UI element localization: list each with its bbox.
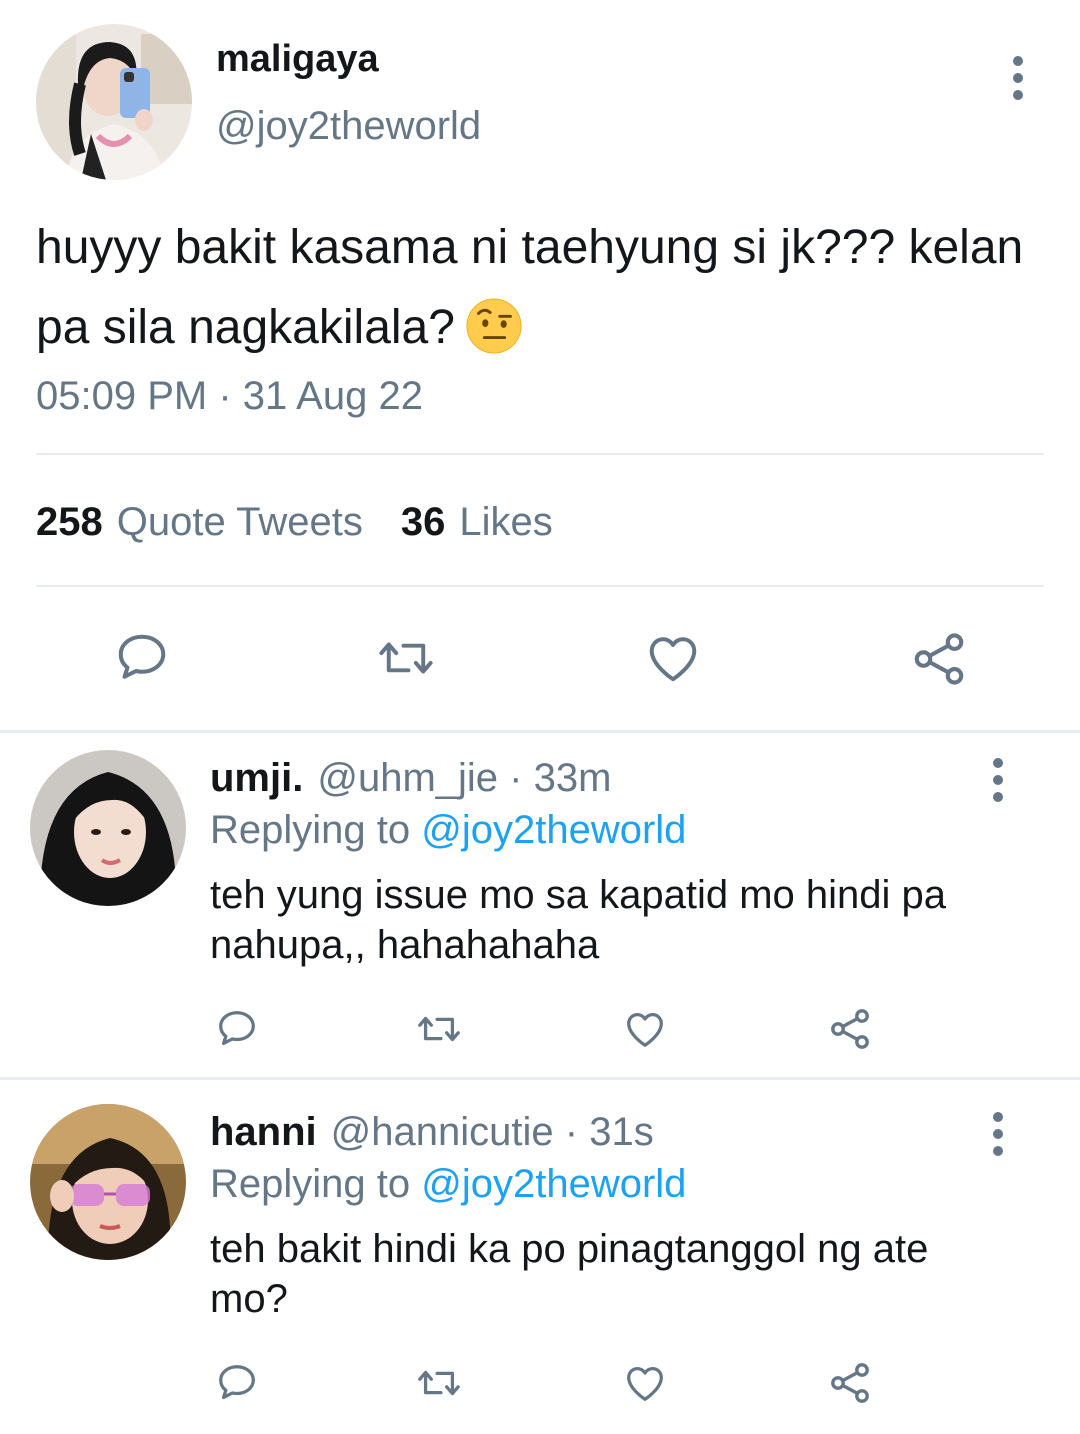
likes-stat[interactable]: 36 Likes — [401, 500, 553, 545]
heart-icon[interactable] — [621, 1360, 669, 1406]
tweet-action-bar — [0, 626, 1080, 690]
retweet-icon[interactable] — [414, 1360, 464, 1406]
tweet-detail-page: maligaya @joy2theworld huyyy bakit kasam… — [0, 0, 1080, 1434]
reply-text-line: nahupa,, hahahahaha — [210, 923, 600, 967]
quote-tweets-stat[interactable]: 258 Quote Tweets — [36, 500, 363, 545]
retweet-icon[interactable] — [374, 628, 438, 688]
more-options-icon[interactable] — [988, 1112, 1008, 1156]
divider — [36, 585, 1044, 587]
share-icon[interactable] — [908, 628, 970, 690]
more-options-icon[interactable] — [988, 758, 1008, 802]
heart-icon[interactable] — [642, 628, 704, 688]
reply-time: · 31s — [564, 1110, 654, 1154]
reply-time: · 33m — [509, 756, 612, 800]
divider — [0, 1077, 1080, 1080]
user-handle[interactable]: @uhm_jie — [317, 756, 498, 800]
tweet-timestamp: 05:09 PM · 31 Aug 22 — [36, 374, 423, 418]
tweet-stats: 258 Quote Tweets 36 Likes — [36, 500, 553, 545]
divider — [36, 453, 1044, 455]
mention-link[interactable]: @joy2theworld — [421, 808, 686, 852]
reply-header: hanni @hannicutie · 31s — [210, 1110, 654, 1155]
avatar[interactable] — [36, 24, 192, 180]
quote-label: Quote Tweets — [116, 500, 363, 544]
display-name[interactable]: umji. — [210, 756, 303, 800]
likes-count: 36 — [400, 500, 446, 544]
reply-text: teh yung issue mo sa kapatid mo hindi pa… — [210, 870, 1030, 970]
reply-text: teh bakit hindi ka po pinagtanggol ng at… — [210, 1224, 1030, 1324]
divider — [0, 730, 1080, 733]
tweet-text-content: huyyy bakit kasama ni taehyung si jk??? … — [36, 221, 1024, 354]
share-icon[interactable] — [826, 1359, 874, 1407]
heart-icon[interactable] — [621, 1006, 669, 1052]
replying-to: Replying to @joy2theworld — [210, 808, 686, 853]
reply-text-line: teh yung issue mo sa kapatid mo hindi pa — [210, 873, 946, 917]
share-icon[interactable] — [826, 1005, 874, 1053]
tweet-text: huyyy bakit kasama ni taehyung si jk??? … — [36, 208, 1046, 368]
reply-icon[interactable] — [214, 1006, 260, 1052]
display-name[interactable]: hanni — [210, 1110, 317, 1154]
more-options-icon[interactable] — [1008, 56, 1028, 100]
quote-count: 258 — [36, 500, 103, 544]
display-name[interactable]: maligaya — [216, 38, 379, 81]
raised-eyebrow-face-icon — [466, 298, 522, 354]
user-handle[interactable]: @joy2theworld — [216, 104, 481, 149]
reply-header: umji. @uhm_jie · 33m — [210, 756, 611, 801]
reply-text-line: teh bakit hindi ka po pinagtanggol ng at… — [210, 1227, 929, 1271]
replying-to: Replying to @joy2theworld — [210, 1162, 686, 1207]
reply-icon[interactable] — [214, 1360, 260, 1406]
avatar[interactable] — [30, 750, 186, 906]
replying-label: Replying to — [210, 808, 411, 852]
avatar[interactable] — [30, 1104, 186, 1260]
reply-icon[interactable] — [112, 628, 172, 688]
mention-link[interactable]: @joy2theworld — [421, 1162, 686, 1206]
replying-label: Replying to — [210, 1162, 411, 1206]
user-handle[interactable]: @hannicutie — [331, 1110, 554, 1154]
likes-label: Likes — [459, 500, 553, 544]
reply-text-line: mo? — [210, 1277, 288, 1321]
retweet-icon[interactable] — [414, 1006, 464, 1052]
